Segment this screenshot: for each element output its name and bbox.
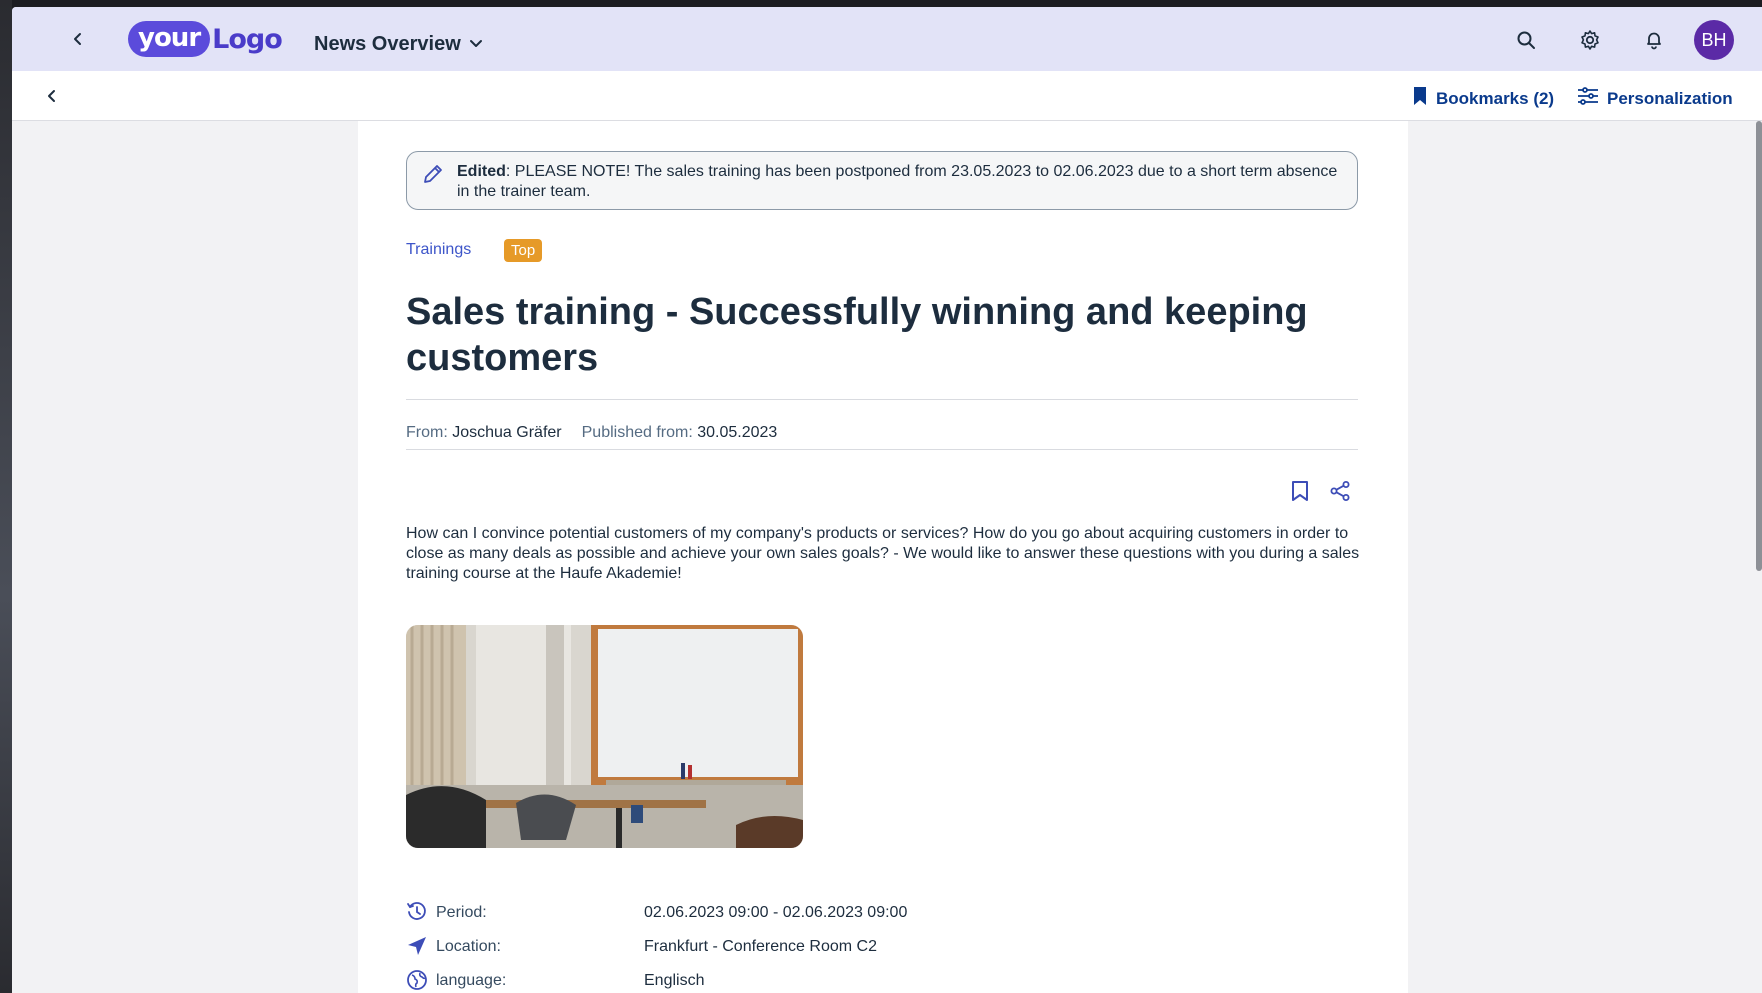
app-window: your Logo News Overview BH Bookmarks (2)…	[12, 7, 1762, 993]
from-label: From:	[406, 424, 448, 441]
published-label: Published from:	[581, 424, 693, 441]
bookmarks-label: Bookmarks (2)	[1436, 88, 1555, 108]
bookmarks-button[interactable]: Bookmarks (2)	[1412, 86, 1554, 111]
detail-row-location: Location: Frankfurt - Conference Room C2	[406, 935, 1006, 969]
history-icon	[406, 901, 428, 923]
edit-notice: Edited: PLEASE NOTE! The sales training …	[406, 151, 1358, 210]
globe-icon	[406, 969, 428, 991]
article-body: How can I convince potential customers o…	[406, 525, 1360, 582]
back-icon[interactable]	[66, 27, 90, 51]
detail-row-language: language: Englisch	[406, 969, 1006, 993]
user-avatar[interactable]: BH	[1694, 20, 1734, 60]
app-title: News Overview	[314, 33, 461, 55]
bell-icon[interactable]	[1641, 27, 1667, 53]
bookmark-icon[interactable]	[1288, 479, 1312, 503]
top-badge: Top	[504, 239, 543, 262]
detail-row-period: Period: 02.06.2023 09:00 - 02.06.2023 09…	[406, 901, 1006, 935]
sub-toolbar: Bookmarks (2) Personalization	[12, 71, 1762, 121]
event-details: Period: 02.06.2023 09:00 - 02.06.2023 09…	[406, 901, 1006, 993]
publish-info: Published from: 30.05.2023	[582, 424, 778, 442]
logo-word-text: Logo	[212, 23, 283, 55]
divider	[406, 399, 1358, 400]
divider	[406, 449, 1358, 450]
article-page: Edited: PLEASE NOTE! The sales training …	[358, 121, 1408, 993]
detail-label: Period:	[436, 904, 487, 921]
scrollbar[interactable]	[1756, 121, 1762, 571]
article-meta: From: Joschua Gräfer Published from: 30.…	[406, 424, 777, 442]
pencil-icon	[421, 162, 445, 186]
detail-label: Location:	[436, 938, 501, 955]
shellbar: your Logo News Overview BH	[12, 7, 1762, 71]
detail-value: Englisch	[644, 972, 705, 989]
detail-label: language:	[436, 972, 507, 989]
published-date: 30.05.2023	[697, 424, 778, 441]
detail-value: 02.06.2023 09:00 - 02.06.2023 09:00	[644, 904, 908, 921]
personalization-button[interactable]: Personalization	[1577, 86, 1733, 111]
search-icon[interactable]	[1513, 27, 1539, 53]
app-title-menu[interactable]: News Overview	[314, 33, 483, 56]
nav-back-icon[interactable]	[40, 84, 64, 108]
detail-value: Frankfurt - Conference Room C2	[644, 938, 877, 955]
notice-prefix: Edited	[457, 163, 506, 180]
category-link[interactable]: Trainings	[406, 241, 471, 259]
author-name: Joschua Gräfer	[452, 424, 562, 441]
classroom-image	[406, 625, 803, 848]
author-info: From: Joschua Gräfer	[406, 424, 562, 442]
notice-text: Edited: PLEASE NOTE! The sales training …	[457, 162, 1347, 202]
article-title: Sales training - Successfully winning an…	[406, 291, 1308, 379]
logo-your-text: your	[128, 21, 211, 57]
location-arrow-icon	[406, 935, 428, 957]
share-icon[interactable]	[1328, 479, 1352, 503]
personalization-label: Personalization	[1607, 88, 1733, 108]
company-logo[interactable]: your Logo	[128, 19, 283, 59]
chevron-down-icon	[469, 33, 483, 56]
notice-body: : PLEASE NOTE! The sales training has be…	[457, 163, 1338, 200]
gear-icon[interactable]	[1577, 27, 1603, 53]
bookmark-filled-icon	[1412, 86, 1428, 111]
sliders-icon	[1577, 86, 1599, 111]
article-actions	[1288, 479, 1352, 503]
desktop-edge	[0, 0, 12, 993]
